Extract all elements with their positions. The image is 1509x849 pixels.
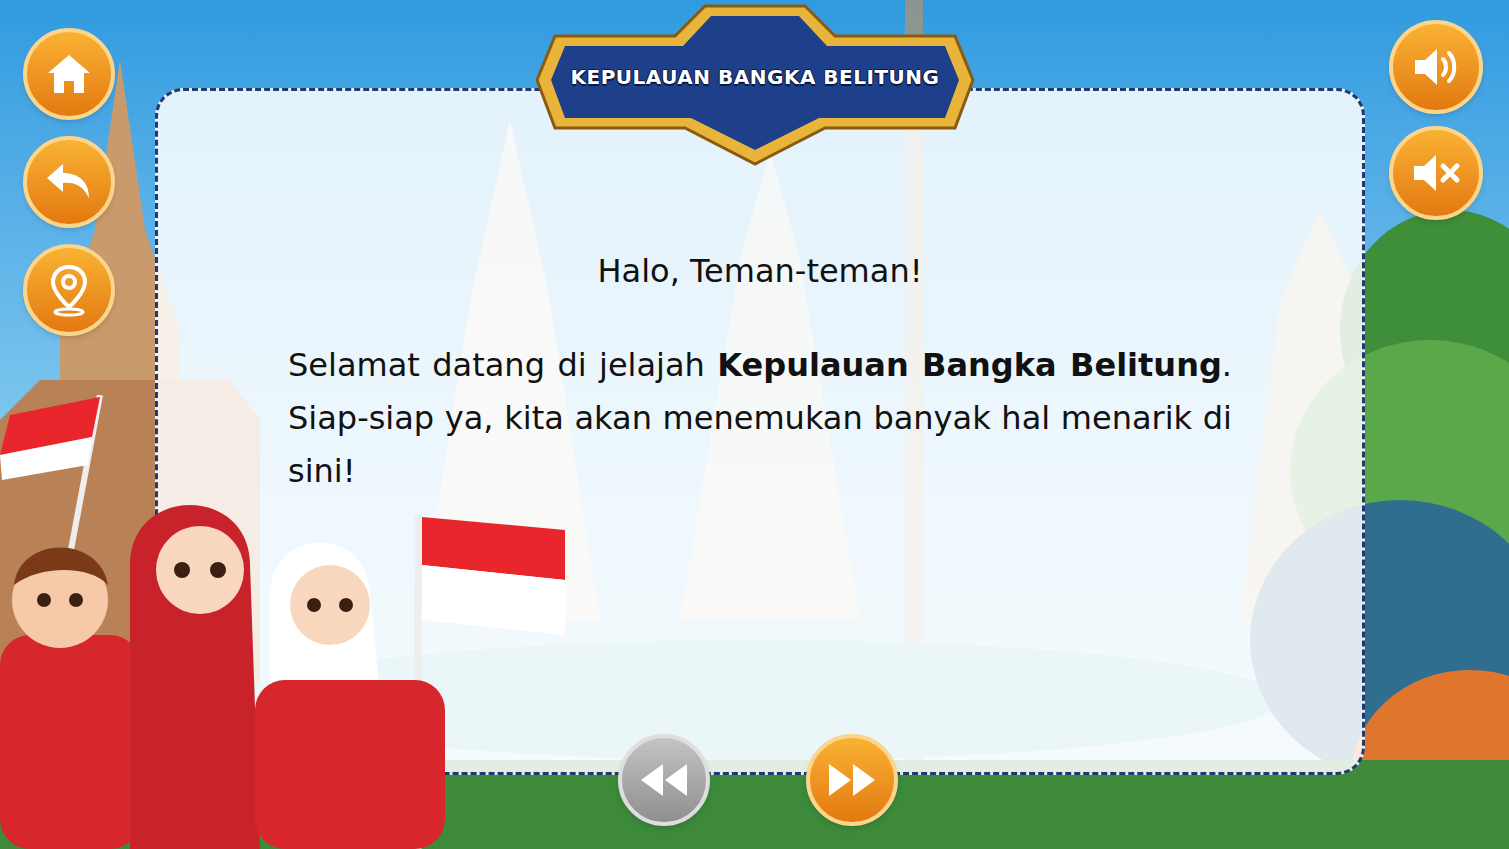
- title-banner: KEPULAUAN BANGKA BELITUNG: [535, 0, 975, 168]
- mute-speaker-icon: [1410, 151, 1462, 195]
- text-segment: Selamat datang di jelajah: [288, 346, 717, 384]
- location-pin-icon: [47, 263, 91, 317]
- rewind-icon: [637, 760, 691, 800]
- previous-button[interactable]: [618, 734, 710, 826]
- map-button[interactable]: [23, 244, 115, 336]
- back-arrow-icon: [43, 160, 95, 204]
- game-screen: Halo, Teman-teman! Selamat datang di jel…: [0, 0, 1509, 849]
- speaker-icon: [1411, 45, 1461, 89]
- back-button[interactable]: [23, 136, 115, 228]
- home-button[interactable]: [23, 28, 115, 120]
- intro-paragraph: Selamat datang di jelajah Kepulauan Bang…: [288, 339, 1232, 498]
- greeting: Halo, Teman-teman!: [597, 251, 922, 291]
- fast-forward-icon: [825, 760, 879, 800]
- mute-button[interactable]: [1389, 126, 1483, 220]
- home-icon: [44, 51, 94, 97]
- children-illustration-icon: [0, 395, 580, 849]
- next-button[interactable]: [806, 734, 898, 826]
- title-text: KEPULAUAN BANGKA BELITUNG: [571, 62, 940, 92]
- sound-on-button[interactable]: [1389, 20, 1483, 114]
- bold-text: Kepulauan Bangka Belitung: [717, 346, 1222, 384]
